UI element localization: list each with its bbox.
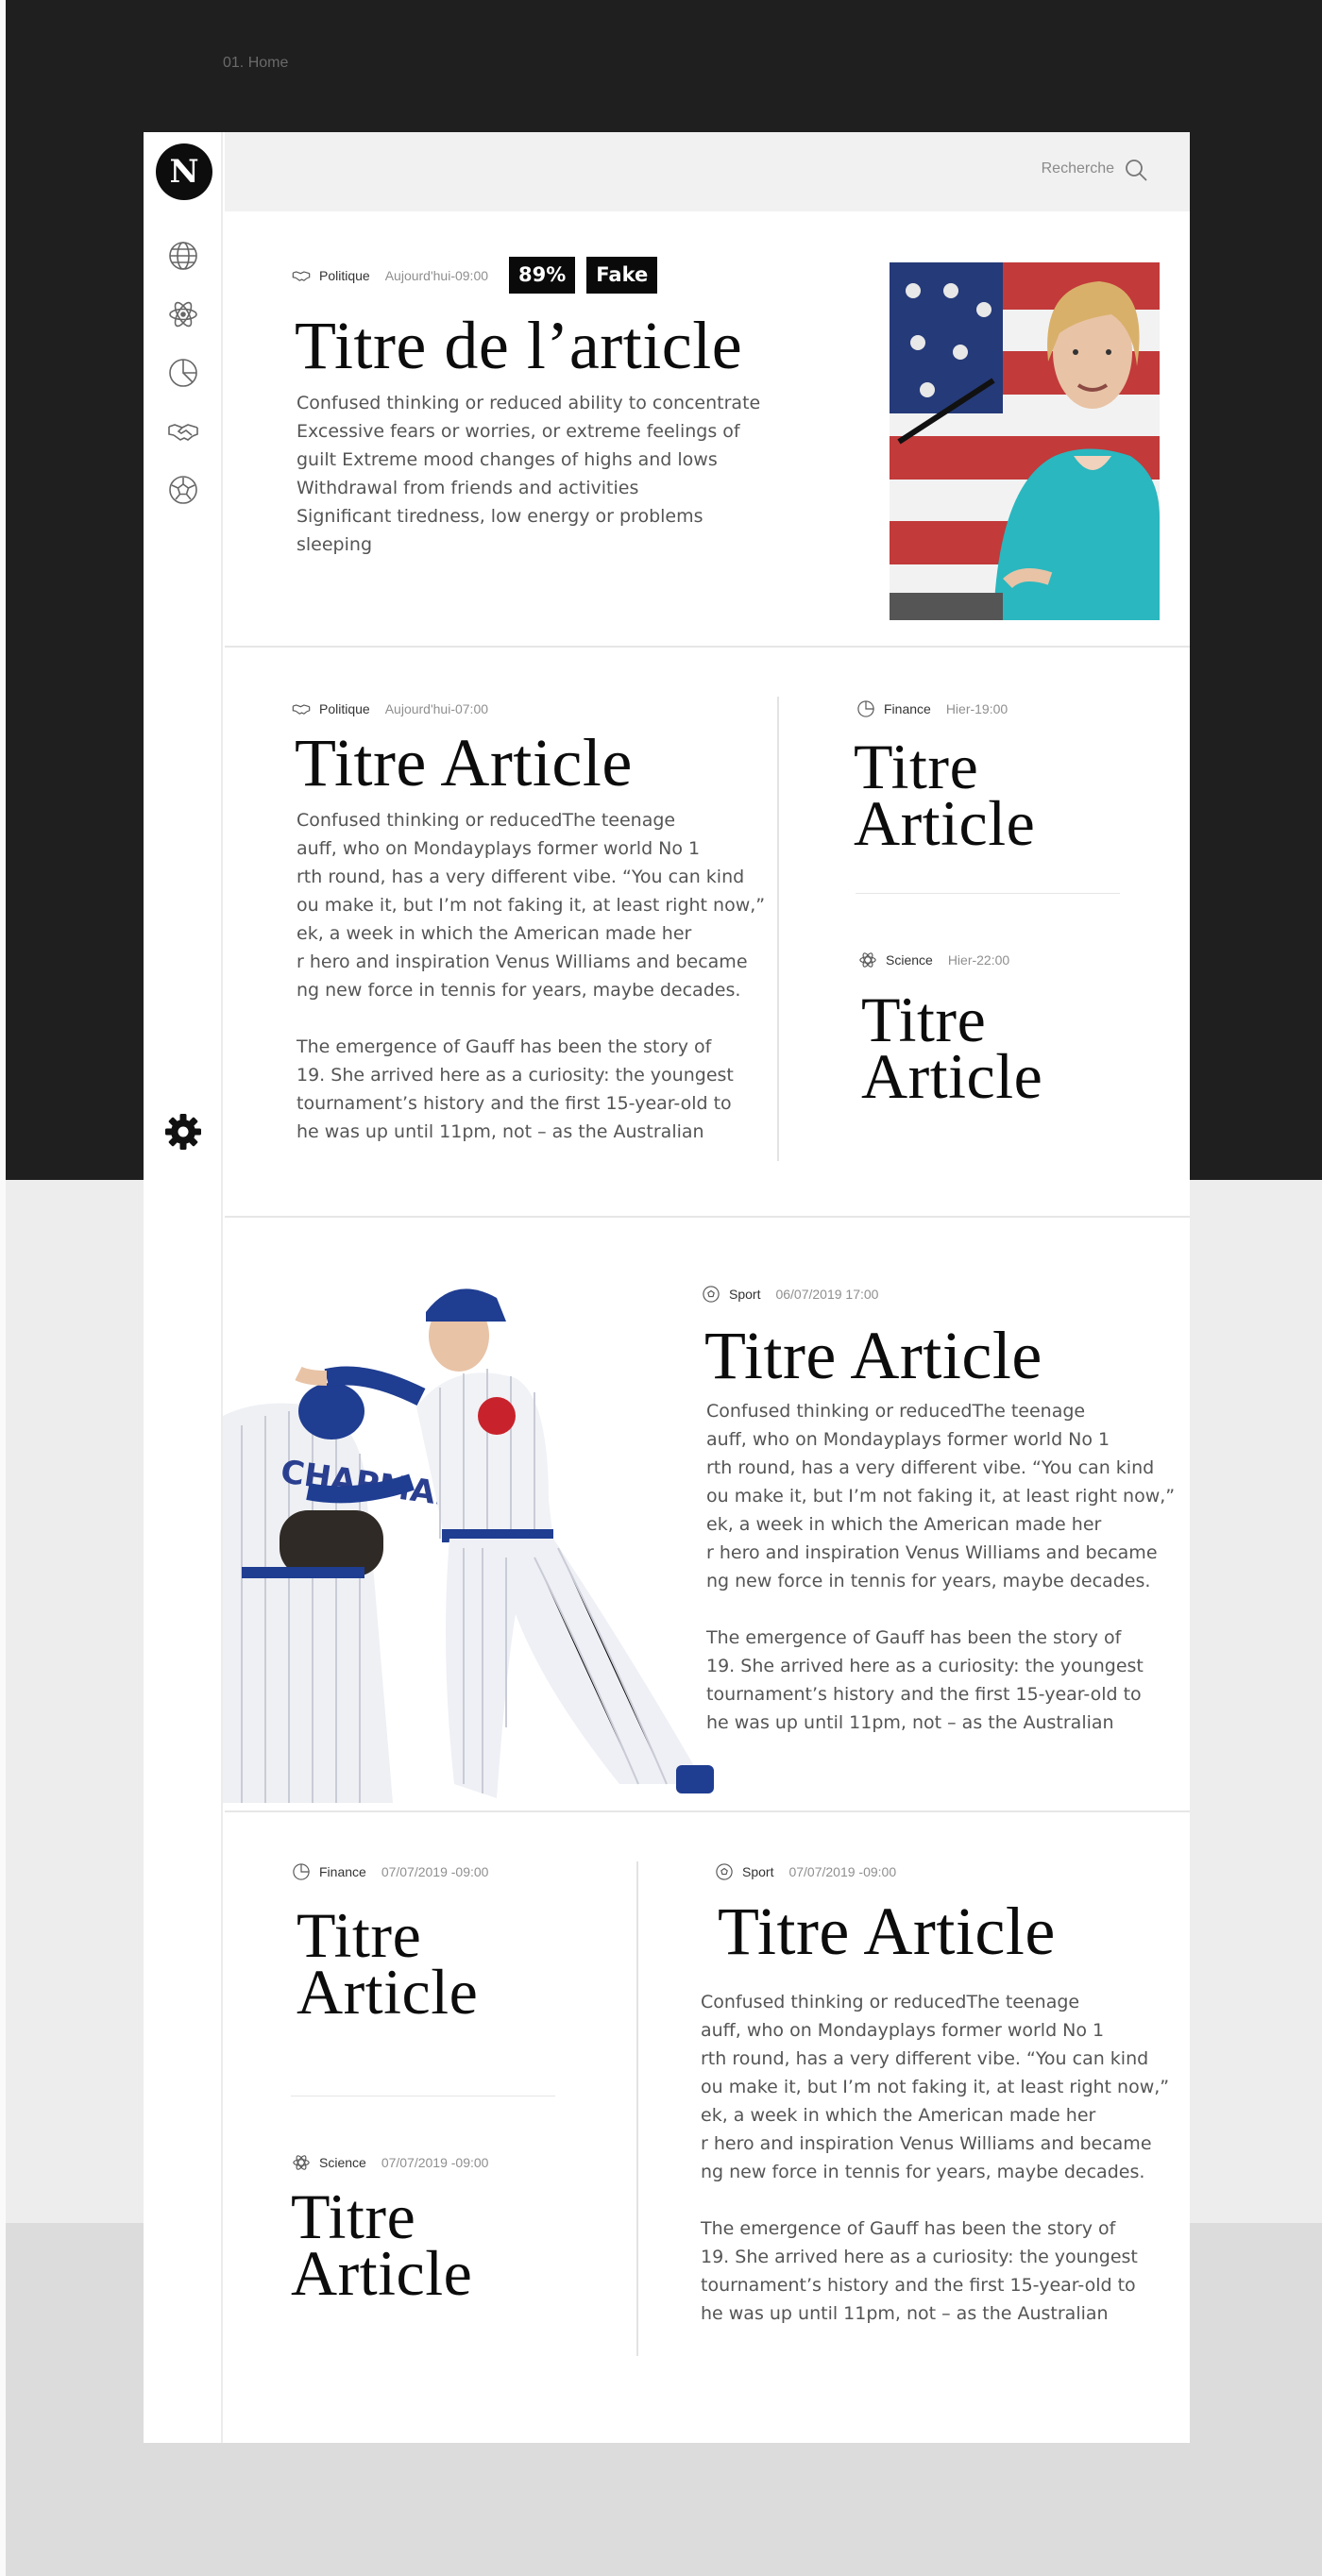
handshake-icon xyxy=(292,704,311,715)
body-paragraph: The emergence of Gauff has been the stor… xyxy=(297,1036,734,1142)
column-divider xyxy=(636,1861,638,2356)
football-icon xyxy=(703,1286,720,1303)
article-title[interactable]: Titre de l’article xyxy=(295,311,742,379)
timestamp: Hier-22:00 xyxy=(947,952,1010,968)
side-article-title[interactable]: Titre Article xyxy=(291,2180,473,2309)
category-label[interactable]: Politique xyxy=(319,701,370,716)
side-article-title[interactable]: Titre Article xyxy=(854,731,1036,859)
atom-icon xyxy=(859,952,876,968)
divider xyxy=(856,893,1120,894)
category-label[interactable]: Finance xyxy=(319,1864,366,1879)
title-line: Article xyxy=(861,1040,1043,1112)
excerpt-paragraph: Confused thinking or reduced ability to … xyxy=(297,393,761,555)
credibility-score-badge[interactable]: 89% xyxy=(509,257,576,294)
title-line: Article xyxy=(854,787,1036,859)
article-meta: Sport 07/07/2019 -09:00 xyxy=(714,1861,896,1882)
timestamp: Hier-19:00 xyxy=(945,701,1008,716)
article-title[interactable]: Titre Article xyxy=(704,1322,1042,1389)
article-title[interactable]: Titre Article xyxy=(718,1897,1056,1965)
atom-icon xyxy=(293,2155,310,2170)
article-body: Confused thinking or reducedThe teenage … xyxy=(706,1397,1175,1737)
pie-chart-icon[interactable] xyxy=(165,355,201,391)
article-meta: Politique Aujourd'hui-07:00 xyxy=(291,699,488,719)
side-article-title[interactable]: Titre Article xyxy=(297,1899,479,2028)
gear-icon[interactable] xyxy=(162,1111,204,1153)
sidebar: N xyxy=(144,132,223,2443)
timestamp: 07/07/2019 -09:00 xyxy=(381,1864,489,1879)
body-paragraph: The emergence of Gauff has been the stor… xyxy=(701,2218,1138,2324)
side-article-meta: Finance 07/07/2019 -09:00 xyxy=(291,1861,488,1882)
title-line: Article xyxy=(297,1956,479,2028)
football-icon[interactable] xyxy=(165,472,201,508)
body-paragraph: The emergence of Gauff has been the stor… xyxy=(706,1627,1144,1733)
timestamp: Aujourd'hui-09:00 xyxy=(384,267,489,283)
search-label[interactable]: Recherche xyxy=(1042,160,1114,177)
side-article-meta: Science 07/07/2019 -09:00 xyxy=(291,2152,488,2173)
body-paragraph: Confused thinking or reducedThe teenage … xyxy=(701,1992,1170,2182)
article-title[interactable]: Titre Article xyxy=(295,729,633,797)
divider xyxy=(225,646,1190,648)
pie-chart-icon xyxy=(293,1863,310,1880)
timestamp: 06/07/2019 17:00 xyxy=(775,1287,879,1302)
featured-meta: Politique Aujourd'hui-09:00 89% Fake xyxy=(291,257,658,294)
handshake-icon xyxy=(292,270,311,281)
handshake-icon[interactable] xyxy=(165,413,201,449)
title-line: Titre xyxy=(297,1899,422,1971)
category-label[interactable]: Science xyxy=(319,2155,366,2170)
search-icon[interactable] xyxy=(1124,158,1148,182)
verdict-badge[interactable]: Fake xyxy=(586,257,658,294)
category-label[interactable]: Science xyxy=(886,952,933,968)
column-divider xyxy=(777,697,779,1161)
divider xyxy=(225,1810,1190,1812)
top-bar: Recherche xyxy=(225,132,1190,211)
page-left-edge xyxy=(0,0,6,2576)
category-label[interactable]: Finance xyxy=(884,701,931,716)
article-excerpt: Confused thinking or reduced ability to … xyxy=(297,389,760,559)
body-paragraph: Confused thinking or reducedThe teenage … xyxy=(706,1401,1176,1591)
category-label[interactable]: Sport xyxy=(729,1287,760,1302)
title-line: Titre xyxy=(861,984,987,1055)
sport-photo[interactable]: CHAPMAN xyxy=(223,1255,714,1803)
app-window: N Recherche Politique Aujourd'hui-09:00 … xyxy=(144,132,1190,2443)
globe-icon[interactable] xyxy=(165,238,201,274)
article-photo[interactable] xyxy=(890,262,1160,620)
title-line: Article xyxy=(291,2237,473,2309)
side-article-title[interactable]: Titre Article xyxy=(861,984,1043,1112)
article-body: Confused thinking or reducedThe teenage … xyxy=(701,1988,1169,2328)
logo[interactable]: N xyxy=(156,143,212,200)
side-article-meta: Finance Hier-19:00 xyxy=(856,699,1008,719)
timestamp: 07/07/2019 -09:00 xyxy=(381,2155,489,2170)
atom-icon[interactable] xyxy=(165,296,201,332)
category-label[interactable]: Politique xyxy=(319,268,370,283)
breadcrumb[interactable]: 01. Home xyxy=(223,55,288,72)
side-article-meta: Science Hier-22:00 xyxy=(857,950,1009,970)
football-icon xyxy=(716,1863,733,1880)
pie-chart-icon xyxy=(857,700,874,717)
divider xyxy=(225,1216,1190,1218)
body-paragraph: Confused thinking or reducedThe teenage … xyxy=(297,810,766,1001)
article-meta: Sport 06/07/2019 17:00 xyxy=(701,1284,878,1305)
timestamp: 07/07/2019 -09:00 xyxy=(788,1864,897,1879)
category-label[interactable]: Sport xyxy=(742,1864,773,1879)
timestamp: Aujourd'hui-07:00 xyxy=(384,701,489,716)
title-line: Titre xyxy=(854,731,979,802)
title-line: Titre xyxy=(291,2180,416,2252)
article-body: Confused thinking or reducedThe teenage … xyxy=(297,806,765,1146)
